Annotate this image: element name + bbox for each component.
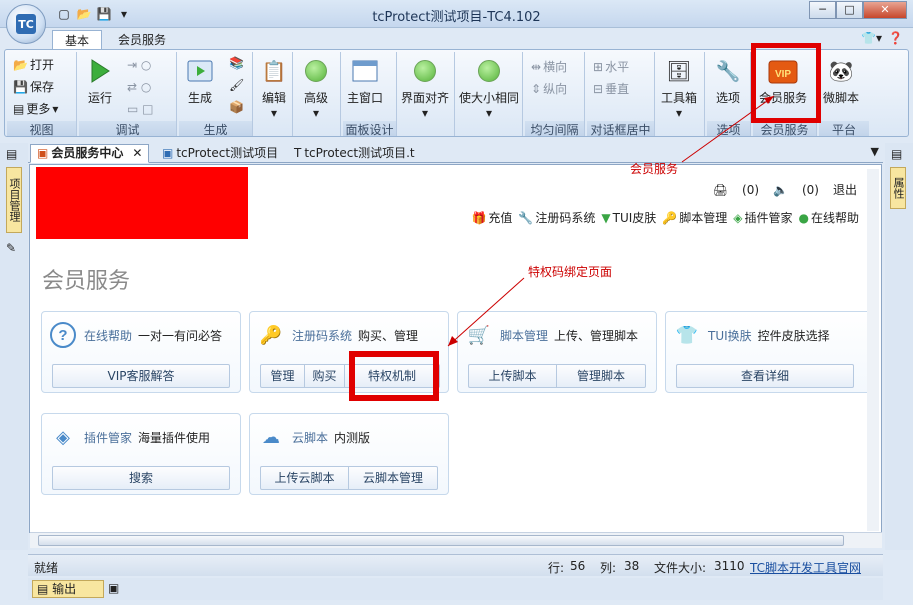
- output-icon: ▤: [37, 582, 53, 596]
- scroll-thumb[interactable]: [38, 535, 844, 546]
- horizontal-scrollbar[interactable]: [30, 532, 882, 548]
- bottom-dock: ▤ 输出 ▣: [28, 578, 883, 600]
- website-link[interactable]: TC脚本开发工具官网: [750, 559, 861, 576]
- status-ready: 就绪: [34, 561, 59, 575]
- status-bar: 就绪 行: 56 列: 38 文件大小: 3110 TC脚本开发工具官网: [28, 554, 883, 576]
- line-label: 行:: [548, 561, 565, 575]
- output-tab[interactable]: ▤ 输出: [32, 580, 104, 598]
- col-value: 38: [624, 559, 640, 573]
- size-label: 文件大小:: [654, 561, 707, 575]
- annotation-arrows: [447, 95, 775, 347]
- app-logo[interactable]: TC: [6, 4, 46, 44]
- output-dock-icon[interactable]: ▣: [108, 581, 119, 595]
- line-value: 56: [570, 559, 586, 573]
- col-label: 列:: [600, 561, 617, 575]
- annotation-privilege: 特权码绑定页面: [528, 265, 613, 279]
- app-logo-text: TC: [16, 14, 36, 34]
- annotation-vip: 会员服务: [630, 162, 679, 176]
- size-value: 3110: [714, 559, 745, 573]
